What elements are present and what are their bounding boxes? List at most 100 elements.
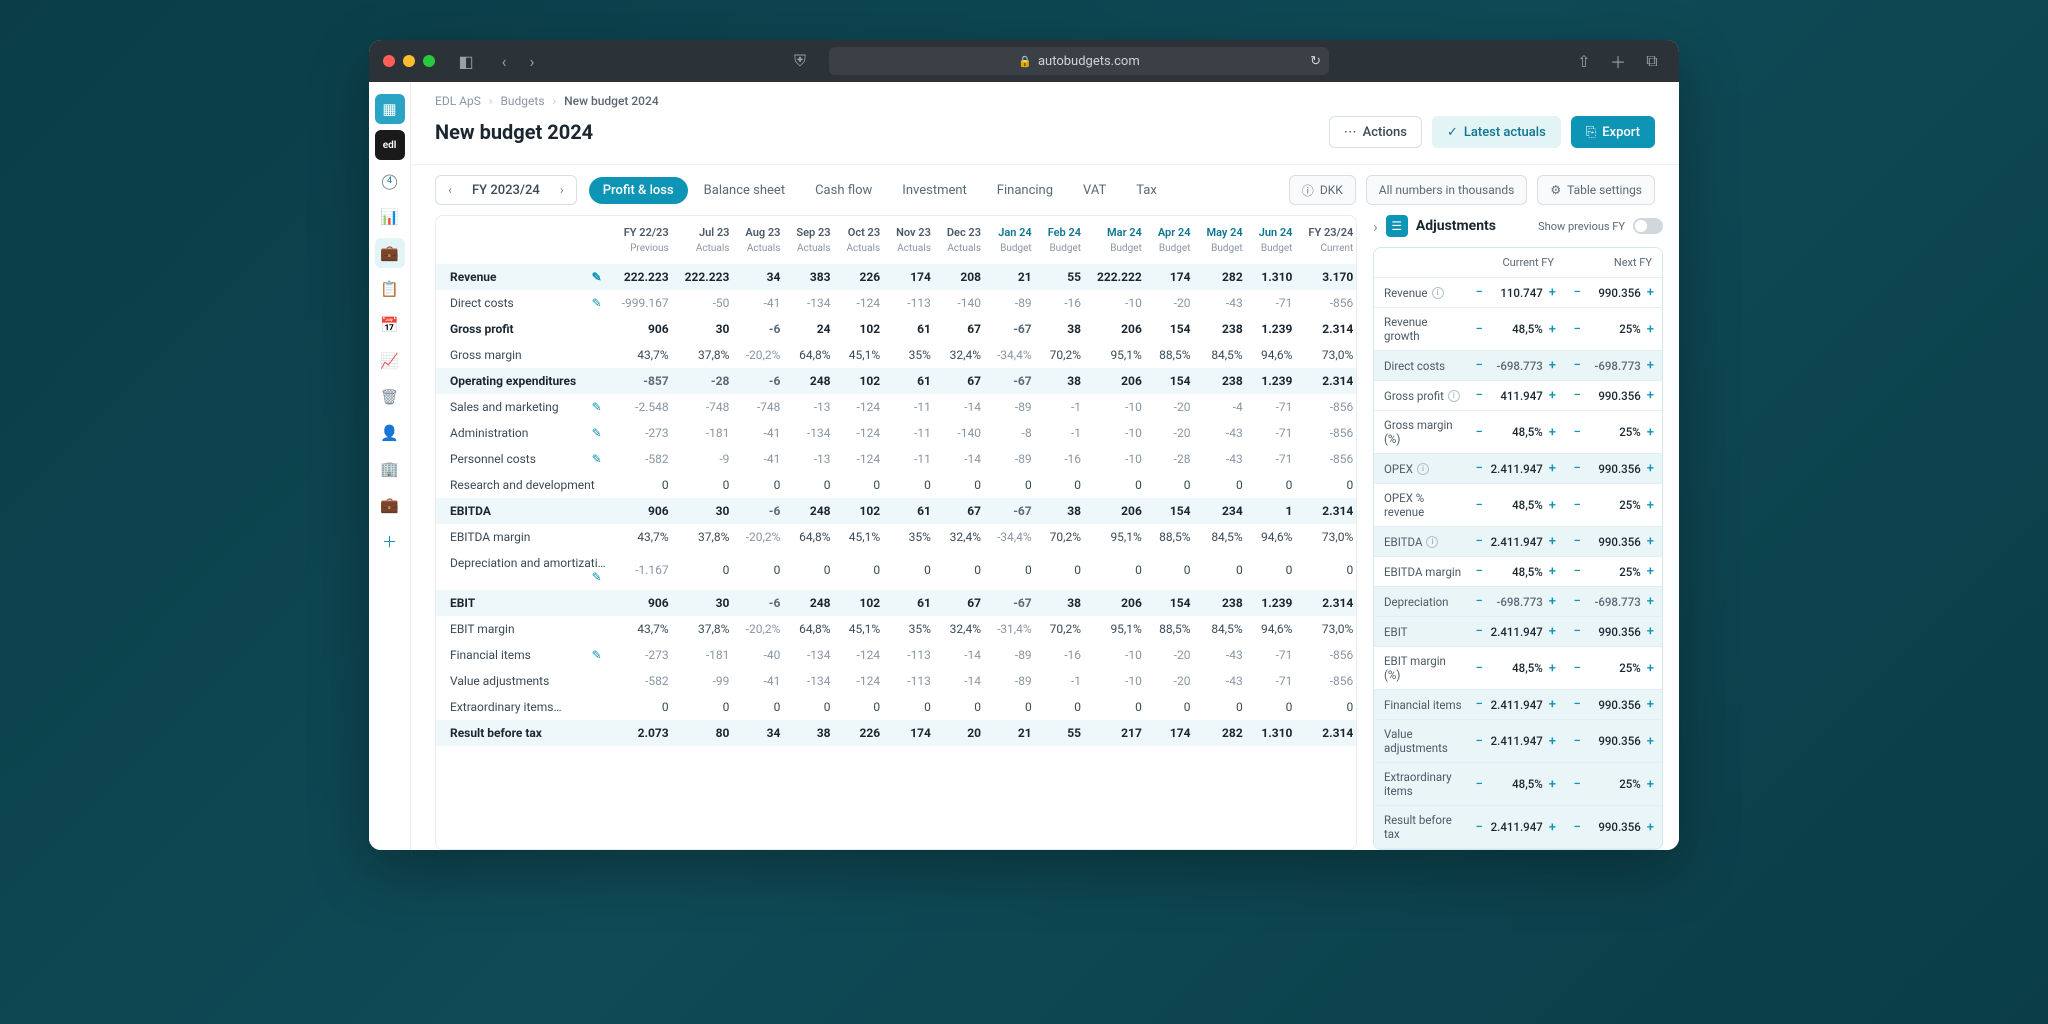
sidebar-item-7[interactable]: 👤: [375, 418, 405, 448]
plus-icon[interactable]: +: [1647, 461, 1654, 476]
plus-icon[interactable]: +: [1549, 425, 1556, 440]
plus-icon[interactable]: +: [1549, 358, 1556, 373]
tab-vat[interactable]: VAT: [1069, 177, 1120, 204]
url-bar[interactable]: 🔒 autobudgets.com ↻: [829, 47, 1329, 75]
minus-icon[interactable]: −: [1475, 461, 1482, 476]
minus-icon[interactable]: −: [1475, 285, 1482, 300]
table-settings-button[interactable]: ⚙Table settings: [1537, 175, 1655, 205]
plus-icon[interactable]: +: [1549, 594, 1556, 609]
tab-cash-flow[interactable]: Cash flow: [801, 177, 886, 204]
plus-icon[interactable]: +: [1549, 697, 1556, 712]
edit-icon[interactable]: ✎: [592, 648, 602, 662]
fy-selector[interactable]: ‹ FY 2023/24 ›: [435, 175, 577, 205]
minus-icon[interactable]: −: [1475, 734, 1482, 749]
sidebar-item-2[interactable]: 💼: [375, 238, 405, 268]
minus-icon[interactable]: −: [1475, 697, 1482, 712]
plus-icon[interactable]: +: [1549, 461, 1556, 476]
tabs-icon[interactable]: ⧉: [1639, 50, 1665, 72]
maximize-window-icon[interactable]: [423, 55, 435, 67]
sidebar-item-8[interactable]: 🏢: [375, 454, 405, 484]
sidebar-item-6[interactable]: 🗑: [375, 382, 405, 412]
org-badge[interactable]: edl: [375, 130, 405, 160]
minus-icon[interactable]: −: [1573, 358, 1580, 373]
minimize-window-icon[interactable]: [403, 55, 415, 67]
tab-tax[interactable]: Tax: [1122, 177, 1171, 204]
latest-actuals-button[interactable]: ✓Latest actuals: [1432, 116, 1561, 148]
plus-icon[interactable]: +: [1647, 661, 1654, 676]
breadcrumb-0[interactable]: EDL ApS: [435, 94, 481, 108]
sidebar-item-5[interactable]: 📈: [375, 346, 405, 376]
info-icon[interactable]: i: [1417, 463, 1429, 475]
plus-icon[interactable]: +: [1647, 820, 1654, 835]
reload-icon[interactable]: ↻: [1310, 54, 1321, 69]
tab-investment[interactable]: Investment: [888, 177, 981, 204]
tab-financing[interactable]: Financing: [983, 177, 1067, 204]
minus-icon[interactable]: −: [1475, 820, 1482, 835]
close-window-icon[interactable]: [383, 55, 395, 67]
minus-icon[interactable]: −: [1573, 534, 1580, 549]
breadcrumb-1[interactable]: Budgets: [500, 94, 544, 108]
tab-balance-sheet[interactable]: Balance sheet: [690, 177, 799, 204]
minus-icon[interactable]: −: [1573, 285, 1580, 300]
plus-icon[interactable]: +: [1647, 564, 1654, 579]
plus-icon[interactable]: +: [1647, 697, 1654, 712]
plus-icon[interactable]: +: [1647, 322, 1654, 337]
info-icon[interactable]: i: [1432, 287, 1444, 299]
new-tab-icon[interactable]: ＋: [1605, 50, 1631, 72]
plus-icon[interactable]: +: [1549, 322, 1556, 337]
minus-icon[interactable]: −: [1573, 624, 1580, 639]
minus-icon[interactable]: −: [1475, 534, 1482, 549]
plus-icon[interactable]: +: [1549, 388, 1556, 403]
minus-icon[interactable]: −: [1475, 624, 1482, 639]
minus-icon[interactable]: −: [1475, 564, 1482, 579]
export-button[interactable]: ⎘Export: [1571, 116, 1655, 148]
edit-icon[interactable]: ✎: [592, 452, 602, 466]
minus-icon[interactable]: −: [1573, 820, 1580, 835]
share-icon[interactable]: ⇧: [1571, 50, 1597, 72]
collapse-icon[interactable]: ›: [1373, 217, 1378, 236]
back-icon[interactable]: ‹: [491, 50, 517, 72]
plus-icon[interactable]: +: [1647, 777, 1654, 792]
minus-icon[interactable]: −: [1573, 388, 1580, 403]
minus-icon[interactable]: −: [1475, 661, 1482, 676]
plus-icon[interactable]: +: [1647, 534, 1654, 549]
plus-icon[interactable]: +: [1647, 594, 1654, 609]
minus-icon[interactable]: −: [1573, 461, 1580, 476]
minus-icon[interactable]: −: [1573, 564, 1580, 579]
sidebar-item-9[interactable]: 💼: [375, 490, 405, 520]
plus-icon[interactable]: +: [1647, 734, 1654, 749]
info-icon[interactable]: i: [1426, 536, 1438, 548]
minus-icon[interactable]: −: [1573, 697, 1580, 712]
edit-icon[interactable]: ✎: [592, 426, 602, 440]
plus-icon[interactable]: +: [1549, 820, 1556, 835]
plus-icon[interactable]: +: [1647, 388, 1654, 403]
plus-icon[interactable]: +: [1549, 661, 1556, 676]
plus-icon[interactable]: +: [1549, 564, 1556, 579]
minus-icon[interactable]: −: [1573, 777, 1580, 792]
minus-icon[interactable]: −: [1475, 498, 1482, 513]
plus-icon[interactable]: +: [1549, 777, 1556, 792]
sidebar-notifications[interactable]: ◯: [375, 166, 405, 196]
minus-icon[interactable]: −: [1573, 498, 1580, 513]
minus-icon[interactable]: −: [1573, 661, 1580, 676]
plus-icon[interactable]: +: [1647, 624, 1654, 639]
minus-icon[interactable]: −: [1475, 777, 1482, 792]
tab-profit-loss[interactable]: Profit & loss: [589, 177, 688, 204]
minus-icon[interactable]: −: [1475, 358, 1482, 373]
minus-icon[interactable]: −: [1573, 734, 1580, 749]
app-logo-icon[interactable]: ▦: [375, 94, 405, 124]
sidebar-item-1[interactable]: 📊: [375, 202, 405, 232]
fy-next-icon[interactable]: ›: [548, 183, 576, 197]
minus-icon[interactable]: −: [1573, 425, 1580, 440]
minus-icon[interactable]: −: [1475, 388, 1482, 403]
currency-chip[interactable]: ⓘDKK: [1289, 175, 1356, 205]
plus-icon[interactable]: +: [1549, 734, 1556, 749]
plus-icon[interactable]: +: [1549, 534, 1556, 549]
forward-icon[interactable]: ›: [519, 50, 545, 72]
actions-button[interactable]: ⋯Actions: [1329, 116, 1422, 148]
sidebar-add[interactable]: ＋: [375, 526, 405, 556]
plus-icon[interactable]: +: [1549, 498, 1556, 513]
shield-icon[interactable]: ⛨: [787, 50, 813, 72]
info-icon[interactable]: i: [1448, 390, 1460, 402]
plus-icon[interactable]: +: [1549, 285, 1556, 300]
